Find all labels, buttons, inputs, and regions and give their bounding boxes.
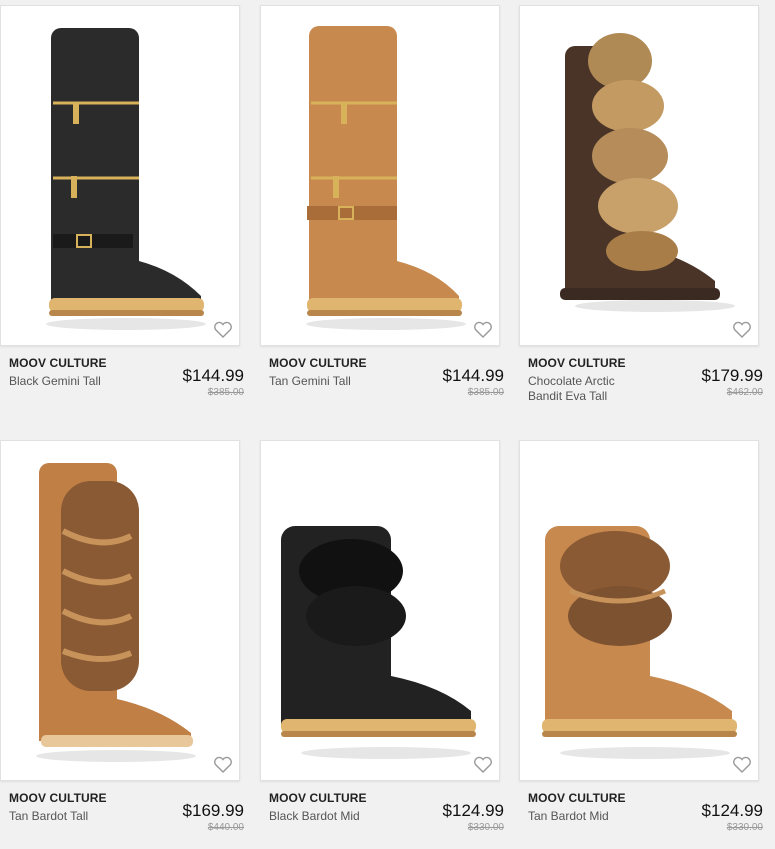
boot-image (46, 28, 206, 330)
product-card[interactable]: MOOV CULTURE Tan Gemini Tall $144.99 $38… (260, 5, 504, 406)
product-image[interactable] (260, 5, 500, 346)
heart-icon[interactable] (213, 756, 233, 774)
product-card[interactable]: MOOV CULTURE Tan Bardot Mid $124.99 $330… (519, 440, 763, 841)
product-name[interactable]: Black Gemini Tall (9, 374, 129, 389)
sale-price: $144.99 (442, 366, 504, 385)
original-price: $462.00 (726, 387, 763, 398)
product-card[interactable]: MOOV CULTURE Black Bardot Mid $124.99 $3… (260, 440, 504, 841)
original-price: $385.00 (467, 387, 504, 398)
boot-image (281, 526, 476, 759)
heart-icon[interactable] (732, 321, 752, 339)
product-brand[interactable]: MOOV CULTURE (528, 356, 626, 370)
sale-price: $144.99 (182, 366, 244, 385)
product-brand[interactable]: MOOV CULTURE (269, 356, 367, 370)
heart-icon[interactable] (473, 321, 493, 339)
original-price: $330.00 (467, 822, 504, 833)
product-image[interactable] (260, 440, 500, 781)
sale-price: $124.99 (701, 801, 763, 820)
product-name[interactable]: Tan Gemini Tall (269, 374, 389, 389)
product-name[interactable]: Tan Bardot Mid (528, 809, 648, 824)
heart-icon[interactable] (732, 756, 752, 774)
product-brand[interactable]: MOOV CULTURE (9, 791, 107, 805)
product-image[interactable] (519, 5, 759, 346)
boot-image (542, 526, 737, 759)
product-name[interactable]: Chocolate Arctic Bandit Eva Tall (528, 374, 648, 404)
product-image[interactable] (519, 440, 759, 781)
sale-price: $169.99 (182, 801, 244, 820)
heart-icon[interactable] (473, 756, 493, 774)
product-brand[interactable]: MOOV CULTURE (528, 791, 626, 805)
product-image[interactable] (0, 5, 240, 346)
boot-image (560, 33, 735, 312)
sale-price: $179.99 (701, 366, 763, 385)
product-card[interactable]: MOOV CULTURE Chocolate Arctic Bandit Eva… (519, 5, 763, 406)
boot-image (36, 463, 196, 762)
heart-icon[interactable] (213, 321, 233, 339)
product-name[interactable]: Black Bardot Mid (269, 809, 389, 824)
sale-price: $124.99 (442, 801, 504, 820)
boot-image (306, 26, 466, 330)
product-card[interactable]: MOOV CULTURE Black Gemini Tall $144.99 $… (0, 5, 244, 406)
product-brand[interactable]: MOOV CULTURE (9, 356, 107, 370)
original-price: $440.00 (207, 822, 244, 833)
product-name[interactable]: Tan Bardot Tall (9, 809, 129, 824)
original-price: $385.00 (207, 387, 244, 398)
product-brand[interactable]: MOOV CULTURE (269, 791, 367, 805)
original-price: $330.00 (726, 822, 763, 833)
product-card[interactable]: MOOV CULTURE Tan Bardot Tall $169.99 $44… (0, 440, 244, 841)
product-image[interactable] (0, 440, 240, 781)
